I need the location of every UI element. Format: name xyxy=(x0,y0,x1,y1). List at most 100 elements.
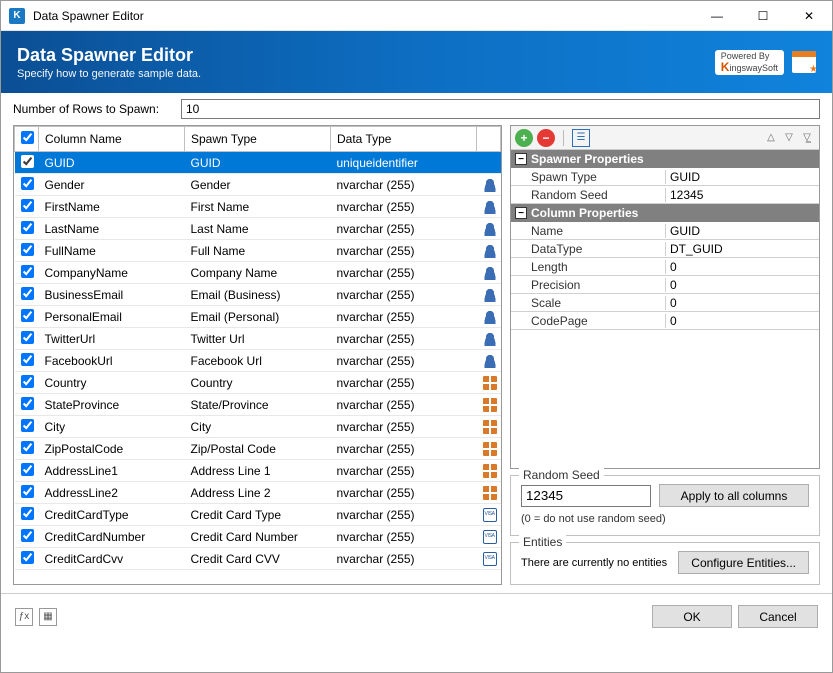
cell-spawn-type: Twitter Url xyxy=(185,328,331,350)
header-check[interactable] xyxy=(15,127,39,152)
card-icon xyxy=(483,508,497,522)
prop-random-seed[interactable]: Random Seed12345 xyxy=(511,186,819,204)
cell-spawn-type: Credit Card Type xyxy=(185,504,331,526)
cell-column-name: ZipPostalCode xyxy=(39,438,185,460)
cell-spawn-type: Email (Personal) xyxy=(185,306,331,328)
categorize-button[interactable]: ☰ xyxy=(572,129,590,147)
cell-spawn-type: Full Name xyxy=(185,240,331,262)
row-checkbox[interactable] xyxy=(21,529,34,542)
table-row[interactable]: StateProvinceState/Provincenvarchar (255… xyxy=(15,394,501,416)
table-row[interactable]: PersonalEmailEmail (Personal)nvarchar (2… xyxy=(15,306,501,328)
prop-length[interactable]: Length0 xyxy=(511,258,819,276)
gift-icon xyxy=(483,464,497,478)
apply-seed-button[interactable]: Apply to all columns xyxy=(659,484,809,507)
table-row[interactable]: CreditCardCvvCredit Card CVVnvarchar (25… xyxy=(15,548,501,570)
row-checkbox[interactable] xyxy=(21,485,34,498)
header-column-name[interactable]: Column Name xyxy=(39,127,185,152)
prop-name[interactable]: NameGUID xyxy=(511,222,819,240)
minimize-button[interactable]: — xyxy=(694,1,740,31)
table-row[interactable]: GenderGendernvarchar (255) xyxy=(15,174,501,196)
cell-icon xyxy=(477,306,501,328)
ok-button[interactable]: OK xyxy=(652,605,732,628)
cancel-button[interactable]: Cancel xyxy=(738,605,818,628)
row-checkbox[interactable] xyxy=(21,441,34,454)
sheet-tool-icon[interactable]: ▦ xyxy=(39,608,57,626)
table-row[interactable]: AddressLine2Address Line 2nvarchar (255) xyxy=(15,482,501,504)
close-button[interactable]: ✕ xyxy=(786,1,832,31)
header-spawn-type[interactable]: Spawn Type xyxy=(185,127,331,152)
table-row[interactable]: GUIDGUIDuniqueidentifier xyxy=(15,152,501,174)
prop-datatype[interactable]: DataTypeDT_GUID xyxy=(511,240,819,258)
row-checkbox[interactable] xyxy=(21,309,34,322)
cell-data-type: nvarchar (255) xyxy=(331,240,477,262)
table-row[interactable]: BusinessEmailEmail (Business)nvarchar (2… xyxy=(15,284,501,306)
table-row[interactable]: CityCitynvarchar (255) xyxy=(15,416,501,438)
cell-icon xyxy=(477,416,501,438)
table-row[interactable]: AddressLine1Address Line 1nvarchar (255) xyxy=(15,460,501,482)
row-checkbox[interactable] xyxy=(21,353,34,366)
configure-entities-button[interactable]: Configure Entities... xyxy=(678,551,809,574)
random-seed-input[interactable] xyxy=(521,485,651,507)
cell-column-name: CreditCardNumber xyxy=(39,526,185,548)
person-icon xyxy=(483,310,497,324)
cell-spawn-type: Zip/Postal Code xyxy=(185,438,331,460)
move-down-button[interactable]: ▽ xyxy=(781,131,797,145)
table-row[interactable]: TwitterUrlTwitter Urlnvarchar (255) xyxy=(15,328,501,350)
cell-column-name: StateProvince xyxy=(39,394,185,416)
person-icon xyxy=(483,354,497,368)
prop-scale[interactable]: Scale0 xyxy=(511,294,819,312)
table-row[interactable]: FirstNameFirst Namenvarchar (255) xyxy=(15,196,501,218)
row-checkbox[interactable] xyxy=(21,243,34,256)
prop-spawn-type[interactable]: Spawn TypeGUID xyxy=(511,168,819,186)
row-checkbox[interactable] xyxy=(21,155,34,168)
cell-column-name: TwitterUrl xyxy=(39,328,185,350)
expression-tool-icon[interactable]: ƒx xyxy=(15,608,33,626)
cell-icon xyxy=(477,240,501,262)
rows-input[interactable] xyxy=(181,99,820,119)
table-row[interactable]: CreditCardTypeCredit Card Typenvarchar (… xyxy=(15,504,501,526)
move-top-button[interactable]: △ xyxy=(763,131,779,145)
header-data-type[interactable]: Data Type xyxy=(331,127,477,152)
row-checkbox[interactable] xyxy=(21,463,34,476)
remove-column-button[interactable]: − xyxy=(537,129,555,147)
table-row[interactable]: CountryCountrynvarchar (255) xyxy=(15,372,501,394)
maximize-button[interactable]: ☐ xyxy=(740,1,786,31)
row-checkbox[interactable] xyxy=(21,331,34,344)
table-row[interactable]: CompanyNameCompany Namenvarchar (255) xyxy=(15,262,501,284)
row-checkbox[interactable] xyxy=(21,199,34,212)
row-checkbox[interactable] xyxy=(21,419,34,432)
category-spawner-properties[interactable]: −Spawner Properties xyxy=(511,150,819,168)
row-checkbox[interactable] xyxy=(21,221,34,234)
cell-column-name: BusinessEmail xyxy=(39,284,185,306)
entities-legend: Entities xyxy=(519,535,566,549)
app-icon: K xyxy=(9,8,25,24)
columns-table: Column Name Spawn Type Data Type GUIDGUI… xyxy=(14,126,501,570)
cell-data-type: nvarchar (255) xyxy=(331,174,477,196)
row-checkbox[interactable] xyxy=(21,507,34,520)
cell-icon xyxy=(477,262,501,284)
table-row[interactable]: FullNameFull Namenvarchar (255) xyxy=(15,240,501,262)
add-column-button[interactable]: + xyxy=(515,129,533,147)
table-row[interactable]: CreditCardNumberCredit Card Numbernvarch… xyxy=(15,526,501,548)
select-all-checkbox[interactable] xyxy=(21,131,34,144)
properties-panel: + − ☰ △ ▽ ▽̲ −Spawner Properties Spawn T… xyxy=(510,125,820,469)
prop-precision[interactable]: Precision0 xyxy=(511,276,819,294)
entities-message: There are currently no entities xyxy=(521,557,670,569)
row-checkbox[interactable] xyxy=(21,397,34,410)
row-checkbox[interactable] xyxy=(21,375,34,388)
table-row[interactable]: FacebookUrlFacebook Urlnvarchar (255) xyxy=(15,350,501,372)
cell-column-name: Gender xyxy=(39,174,185,196)
cell-icon xyxy=(477,152,501,174)
cell-spawn-type: City xyxy=(185,416,331,438)
category-column-properties[interactable]: −Column Properties xyxy=(511,204,819,222)
prop-codepage[interactable]: CodePage0 xyxy=(511,312,819,330)
cell-data-type: nvarchar (255) xyxy=(331,196,477,218)
row-checkbox[interactable] xyxy=(21,551,34,564)
move-bottom-button[interactable]: ▽̲ xyxy=(799,131,815,145)
table-row[interactable]: ZipPostalCodeZip/Postal Codenvarchar (25… xyxy=(15,438,501,460)
cell-icon xyxy=(477,504,501,526)
row-checkbox[interactable] xyxy=(21,177,34,190)
table-row[interactable]: LastNameLast Namenvarchar (255) xyxy=(15,218,501,240)
row-checkbox[interactable] xyxy=(21,287,34,300)
row-checkbox[interactable] xyxy=(21,265,34,278)
